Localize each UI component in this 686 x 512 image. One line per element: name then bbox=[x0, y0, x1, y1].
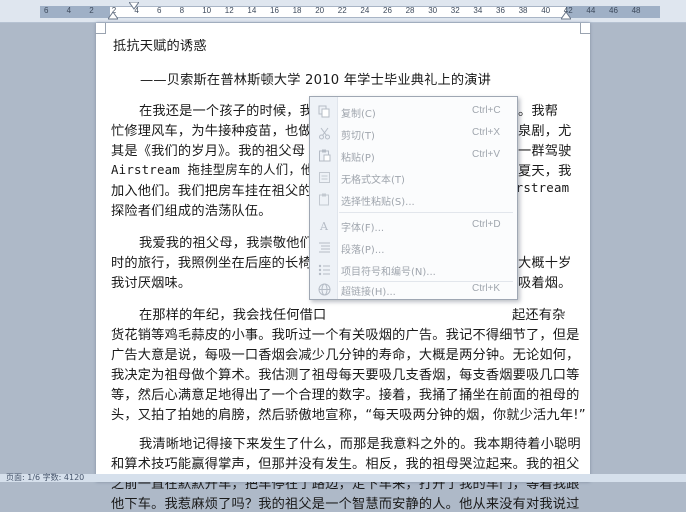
menu-item-paragraph[interactable]: 段落(P)... bbox=[310, 236, 517, 258]
menu-item-label: 无格式文本(T) bbox=[341, 175, 405, 186]
body-line: 我清晰地记得接下来发生了什么，而那是我意料之外的。我本期待着小聪明 bbox=[139, 437, 581, 452]
body-line-fragment: 泉剧，尤 bbox=[518, 124, 572, 139]
body-line: 在那样的年纪，我会找任何借口 bbox=[139, 308, 327, 323]
body-line: Airstream 拖挂型房车的人们，他们 bbox=[111, 162, 327, 177]
ruler-number: 34 bbox=[473, 6, 483, 15]
ruler-number: 14 bbox=[247, 6, 257, 15]
body-line-fragment: 夏天，我 bbox=[518, 164, 572, 179]
menu-item-font[interactable]: A 字体(F)... Ctrl+D bbox=[310, 214, 517, 236]
menu-item-shortcut: Ctrl+C bbox=[472, 105, 501, 116]
status-bar: 页面: 1/6 字数: 4120 bbox=[0, 473, 686, 482]
first-line-indent-marker[interactable] bbox=[129, 2, 139, 12]
ruler-number: 8 bbox=[179, 6, 185, 15]
body-line-fragment: 一群驾驶 bbox=[518, 144, 572, 159]
document-subtitle: ——贝索斯在普林斯顿大学 2010 年学士毕业典礼上的演讲 bbox=[140, 73, 492, 88]
ruler-number: 10 bbox=[202, 6, 212, 15]
ruler-number: 2 bbox=[89, 6, 94, 15]
menu-item-label: 剪切(T) bbox=[341, 131, 375, 142]
body-line: 广告大意是说，每吸一口香烟会减少几分钟的寿命，大概是两分钟。无论如何， bbox=[111, 348, 580, 363]
menu-item-paste-special[interactable]: 选择性粘贴(S)... bbox=[310, 188, 517, 210]
body-line: 时的旅行，我照例坐在后座的长椅 bbox=[111, 256, 312, 271]
ruler-number: 18 bbox=[292, 6, 302, 15]
menu-item-label: 项目符号和编号(N)... bbox=[341, 267, 436, 278]
body-line: 我爱我的祖父母，我崇敬他们， bbox=[139, 236, 327, 251]
body-line-fragment: 起还有杂 bbox=[512, 308, 566, 323]
ruler-number: 44 bbox=[586, 6, 596, 15]
body-line-fragment: 吸着烟。 bbox=[518, 276, 572, 291]
paste-icon bbox=[319, 149, 331, 162]
body-line: 在我还是一个孩子的时候，我的 bbox=[139, 104, 327, 119]
ruler-number: 28 bbox=[405, 6, 415, 15]
crop-mark-top-right bbox=[580, 23, 591, 34]
ruler-number: 48 bbox=[631, 6, 641, 15]
context-menu: 复制(C) Ctrl+C 剪切(T) Ctrl+X 粘贴(P) Ctrl+V 无… bbox=[309, 96, 518, 300]
body-line-fragment: 。我帮 bbox=[518, 104, 559, 119]
ruler-number: 26 bbox=[383, 6, 392, 15]
menu-item-cut[interactable]: 剪切(T) Ctrl+X bbox=[310, 122, 517, 144]
menu-item-hyperlink[interactable]: 超链接(H)... Ctrl+K bbox=[310, 280, 517, 298]
svg-text:A: A bbox=[319, 220, 329, 232]
body-line: 我讨厌烟味。 bbox=[111, 276, 192, 291]
menu-item-plain-text[interactable]: 无格式文本(T) bbox=[310, 166, 517, 188]
font-icon: A bbox=[319, 220, 329, 232]
menu-item-copy[interactable]: 复制(C) Ctrl+C bbox=[310, 100, 517, 122]
menu-item-bullets-numbering[interactable]: 项目符号和编号(N)... bbox=[310, 258, 517, 280]
menu-item-label: 复制(C) bbox=[341, 109, 376, 120]
ruler-number: 40 bbox=[541, 6, 551, 15]
ruler-number: 36 bbox=[496, 6, 505, 15]
ruler-number: 24 bbox=[360, 6, 370, 15]
ruler-number: 12 bbox=[224, 6, 234, 15]
menu-item-shortcut: Ctrl+X bbox=[472, 127, 501, 138]
ruler-number: 20 bbox=[315, 6, 325, 15]
menu-item-shortcut: Ctrl+D bbox=[472, 219, 501, 230]
plain-text-icon bbox=[319, 172, 330, 183]
ruler-left-margin bbox=[40, 6, 110, 18]
menu-item-paste[interactable]: 粘贴(P) Ctrl+V bbox=[310, 144, 517, 166]
right-indent-marker[interactable] bbox=[561, 11, 571, 21]
menu-separator bbox=[339, 212, 513, 213]
body-line: 货花销等鸡毛蒜皮的小事。我听过一个有关吸烟的广告。我记不得细节了，但是 bbox=[111, 328, 580, 343]
ruler-number: 46 bbox=[609, 6, 618, 15]
ruler-number: 4 bbox=[66, 6, 72, 15]
menu-item-label: 超链接(H)... bbox=[341, 287, 396, 298]
status-text: 页面: 1/6 字数: 4120 bbox=[6, 473, 85, 482]
bullets-icon bbox=[318, 264, 330, 276]
body-line: 等，然后心满意足地得出了一个合理的数字。接着，我捅了捅坐在前面的祖母的 bbox=[111, 388, 580, 403]
ruler-number: 30 bbox=[428, 6, 438, 15]
body-line: 探险者们组成的浩荡队伍。 bbox=[111, 204, 272, 219]
menu-item-label: 粘贴(P) bbox=[341, 153, 375, 164]
body-line: 我决定为祖母做个算术。我估测了祖母每天要吸几支香烟，每支香烟要吸几口等 bbox=[111, 368, 580, 383]
paragraph-icon bbox=[319, 242, 330, 253]
body-line-fragment: 大概十岁 bbox=[518, 256, 572, 271]
paste-special-icon bbox=[319, 193, 329, 206]
body-line: 头，又拍了拍她的肩膀，然后骄傲地宣称，“每天吸两分钟的烟，你就少活九年!” bbox=[111, 408, 586, 423]
menu-item-shortcut: Ctrl+V bbox=[472, 149, 501, 160]
horizontal-ruler[interactable]: 6 4 2 2 4 6 8 10 12 14 16 18 20 22 24 26 28 30 32 34 36 38 40 4… bbox=[0, 0, 686, 23]
document-title: 抵抗天赋的诱惑 bbox=[113, 39, 207, 54]
body-line: 忙修理风车，为牛接种疫苗，也做 bbox=[111, 124, 312, 139]
ruler-number: 38 bbox=[518, 6, 528, 15]
body-line: 其是《我们的岁月》。我的祖父母 bbox=[111, 144, 306, 159]
ruler-number: 22 bbox=[337, 6, 347, 15]
crop-mark-top-left bbox=[95, 23, 106, 34]
ruler-number: 6 bbox=[44, 6, 49, 15]
copy-icon bbox=[318, 105, 330, 118]
ruler-number: 6 bbox=[157, 6, 162, 15]
menu-item-label: 选择性粘贴(S)... bbox=[341, 197, 415, 208]
scissors-icon bbox=[319, 127, 330, 140]
body-line: 和算术技巧能赢得掌声，但那并没有发生。相反，我的祖母哭泣起来。我的祖父 bbox=[111, 457, 580, 472]
menu-item-shortcut: Ctrl+K bbox=[472, 283, 501, 294]
hyperlink-icon bbox=[318, 283, 331, 296]
ruler-number: 32 bbox=[450, 6, 460, 15]
body-line: 他下车。我惹麻烦了吗？我的祖父是一个智慧而安静的人。他从来没有对我说过 bbox=[111, 497, 580, 512]
ruler-number: 16 bbox=[270, 6, 279, 15]
body-line: 加入他们。我们把房车挂在祖父的 bbox=[111, 184, 312, 199]
menu-item-label: 字体(F)... bbox=[341, 223, 385, 234]
menu-item-label: 段落(P)... bbox=[341, 245, 385, 256]
hanging-indent-marker[interactable] bbox=[108, 11, 118, 21]
